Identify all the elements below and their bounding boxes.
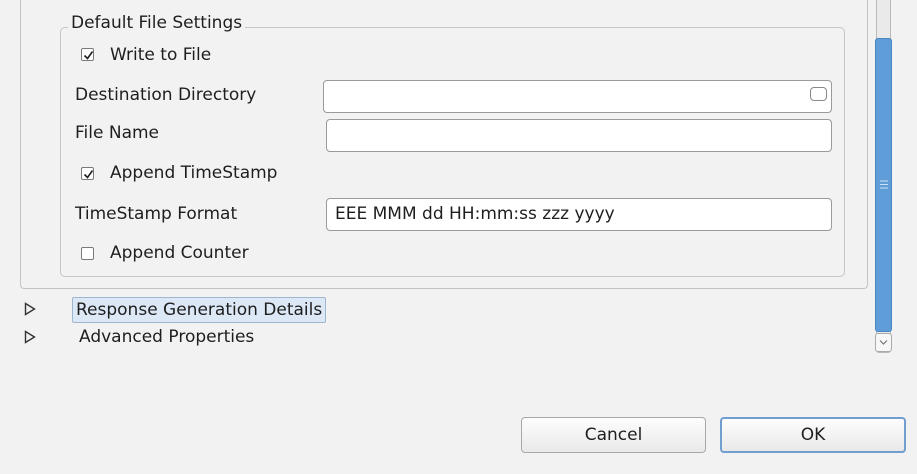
triangle-right-icon[interactable] [24, 302, 36, 316]
append-counter-label: Append Counter [110, 243, 249, 263]
append-timestamp-label: Append TimeStamp [110, 163, 278, 183]
write-to-file-label: Write to File [110, 45, 212, 65]
group-title: Default File Settings [68, 12, 246, 34]
cancel-button[interactable]: Cancel [521, 417, 706, 453]
scroll-down-button[interactable] [875, 333, 892, 352]
ok-button[interactable]: OK [720, 417, 906, 453]
scrollbar-thumb[interactable] [875, 38, 892, 332]
file-name-label: File Name [75, 123, 160, 143]
timestamp-format-input[interactable]: EEE MMM dd HH:mm:ss zzz yyyy [326, 198, 832, 231]
write-to-file-checkbox[interactable] [81, 48, 94, 61]
append-counter-checkbox[interactable] [81, 247, 94, 260]
folder-browse-icon[interactable] [810, 87, 827, 101]
triangle-right-icon[interactable] [24, 330, 36, 344]
grip-icon [880, 180, 888, 189]
section-label[interactable]: Advanced Properties [79, 326, 254, 348]
destination-directory-label: Destination Directory [75, 85, 257, 105]
check-icon [83, 170, 94, 179]
chevron-down-icon [879, 340, 888, 345]
check-icon [83, 51, 94, 60]
append-timestamp-checkbox[interactable] [81, 167, 94, 180]
timestamp-format-label: TimeStamp Format [75, 204, 238, 224]
section-label[interactable]: Response Generation Details [72, 297, 327, 323]
destination-directory-input[interactable] [323, 80, 832, 113]
file-name-input[interactable] [326, 119, 832, 152]
